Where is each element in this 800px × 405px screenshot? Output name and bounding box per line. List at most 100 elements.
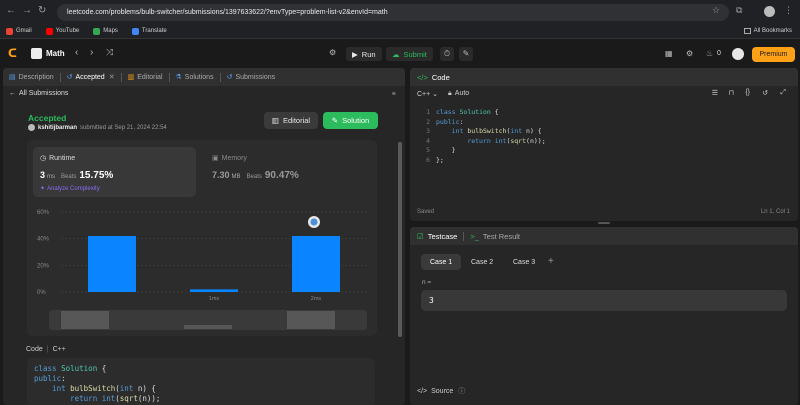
forward-arrow-icon[interactable]: →	[22, 5, 32, 16]
input-n-field[interactable]: 3	[421, 290, 787, 311]
user-avatar[interactable]	[732, 48, 744, 60]
bookmark-youtube[interactable]: YouTube	[45, 27, 79, 35]
editorial-button[interactable]: ▥ Editorial	[264, 112, 318, 129]
back-arrow-icon[interactable]: ←	[6, 5, 16, 16]
folder-icon	[743, 28, 751, 34]
debug-icon[interactable]: ⚙	[329, 48, 336, 57]
timer-icon[interactable]: ⏱	[440, 47, 454, 61]
case-2-button[interactable]: Case 2	[462, 254, 502, 270]
case-3-button[interactable]: Case 3	[504, 254, 544, 270]
layout-icon[interactable]: ▦	[665, 49, 673, 58]
description-icon: ▤	[9, 74, 16, 81]
extensions-icon[interactable]: ⧉	[736, 5, 742, 16]
streak-fire-icon[interactable]: ♨	[706, 49, 713, 58]
tab-testcase[interactable]: ☑ Testcase	[417, 232, 457, 241]
book-icon: ▥	[271, 116, 279, 125]
y-tick-label: 40%	[37, 237, 50, 243]
close-tab-icon[interactable]: ✕	[109, 73, 115, 81]
submit-button[interactable]: ☁ Submit	[386, 47, 433, 61]
saved-status: Saved	[417, 209, 435, 215]
user-avatar-small	[28, 124, 35, 131]
memory-value: 7.30 MB Beats 90.47%	[212, 170, 299, 181]
add-case-icon[interactable]: +	[548, 256, 554, 267]
memory-beats: 90.47%	[264, 170, 299, 181]
profile-avatar[interactable]	[764, 6, 775, 17]
bookmark-gmail[interactable]: Gmail	[6, 27, 32, 35]
settings-gear-icon[interactable]: ⚙	[686, 49, 693, 58]
play-icon: ▶	[352, 49, 358, 59]
tab-solutions[interactable]: ⚗ Solutions	[170, 68, 220, 86]
all-submissions-link[interactable]: ← All Submissions	[9, 90, 68, 97]
memory-title[interactable]: ▣ Memory	[212, 154, 247, 162]
bookmark-translate[interactable]: Translate	[131, 27, 167, 35]
problem-list-title[interactable]: Math	[46, 49, 65, 58]
prev-problem-icon[interactable]: ‹	[75, 47, 78, 58]
editorial-icon: ▥	[127, 74, 135, 81]
analyze-complexity-link[interactable]: ✦ Analyze Complexity	[40, 185, 100, 192]
chart-bars	[88, 236, 340, 292]
slider-bar-1	[184, 325, 232, 329]
editor-line-2: public:	[436, 117, 464, 126]
left-tab-bar: ▤ Description ↺ Accepted ✕ ▥ Editorial ⚗ Solu…	[3, 68, 405, 86]
y-tick-label: 20%	[37, 263, 50, 269]
runtime-beats: 15.75%	[79, 170, 114, 181]
line-number: 5	[426, 146, 430, 154]
code-language-label: Code | C++	[26, 346, 66, 353]
notes-icon[interactable]: ✎	[459, 47, 473, 61]
youtube-icon	[45, 27, 53, 35]
run-button[interactable]: ▶ Run	[346, 47, 382, 61]
shuffle-icon[interactable]: ⤨	[106, 47, 113, 58]
menu-dots-icon[interactable]: ⋮	[784, 5, 793, 16]
submission-code: class Solution { public: int bulbSwitch(…	[27, 358, 375, 405]
link-icon[interactable]: ⚭	[391, 90, 397, 98]
editor-toolbar: C++ ⌄ 🔒︎ Auto ☰ ⊓ {} ↺ ⤢	[410, 86, 798, 101]
memory-chip-icon: ▣	[212, 155, 219, 162]
tab-description[interactable]: ▤ Description	[3, 68, 60, 86]
format-icon[interactable]: ☰	[712, 89, 718, 97]
line-number: 3	[426, 127, 430, 135]
reset-icon[interactable]: ↺	[762, 89, 768, 97]
auto-mode[interactable]: Auto	[455, 90, 469, 97]
chart-bar-2ms[interactable]	[292, 236, 340, 292]
address-bar[interactable]: leetcode.com/problems/bulb-switcher/subm…	[57, 4, 729, 21]
resize-handle[interactable]	[598, 222, 610, 224]
leetcode-logo-icon[interactable]: ᑕ	[8, 47, 17, 60]
user-marker-inner	[310, 218, 318, 226]
runtime-box[interactable]: ◷ Runtime 3 ms Beats 15.75% ✦ Analyze Complex…	[33, 147, 196, 197]
sparkle-icon: ✦	[40, 186, 46, 192]
tab-test-result[interactable]: >_ Test Result	[470, 232, 520, 241]
language-select[interactable]: C++ ⌄	[417, 90, 438, 98]
source-link[interactable]: </> Source ⓘ	[417, 386, 465, 396]
code-editor-panel: </> Code C++ ⌄ 🔒︎ Auto ☰ ⊓ {} ↺ ⤢ 1 class…	[410, 68, 798, 221]
premium-button[interactable]: Premium	[752, 47, 795, 62]
terminal-icon: >_	[470, 231, 479, 241]
address-text: leetcode.com/problems/bulb-switcher/subm…	[67, 9, 388, 16]
bookmark-maps[interactable]: Maps	[93, 27, 118, 35]
solution-button[interactable]: ✎ Solution	[323, 112, 378, 129]
input-label-n: n =	[422, 279, 432, 286]
case-1-button[interactable]: Case 1	[421, 254, 462, 270]
chart-bar-0ms[interactable]	[88, 236, 136, 292]
braces-icon[interactable]: {}	[745, 89, 750, 96]
bookmark-icon[interactable]: ⊓	[729, 89, 734, 97]
all-bookmarks[interactable]: All Bookmarks	[743, 28, 792, 34]
editor-line-1: class Solution {	[436, 108, 499, 116]
left-scrollbar[interactable]	[398, 142, 402, 337]
line-number: 1	[426, 108, 430, 116]
tab-submissions[interactable]: ↺ Submissions	[221, 68, 282, 86]
tab-editorial[interactable]: ▥ Editorial	[122, 68, 169, 86]
editor-line-5: }	[436, 146, 456, 154]
streak-count: 0	[717, 50, 721, 57]
checkbox-icon: ☑	[417, 231, 424, 241]
username[interactable]: kshitijbarman	[38, 125, 77, 131]
bookmark-star-icon[interactable]: ☆	[712, 5, 720, 16]
maps-icon	[93, 27, 101, 35]
tab-accepted[interactable]: ↺ Accepted ✕	[61, 68, 121, 86]
reload-icon[interactable]: ↻	[38, 5, 46, 16]
next-problem-icon[interactable]: ›	[90, 47, 93, 58]
help-icon[interactable]: ⓘ	[458, 388, 465, 395]
chart-bar-1ms[interactable]	[190, 289, 238, 292]
editor-code-area[interactable]: 1 class Solution { 2 public: 3 int bulbSwi…	[410, 106, 798, 196]
testcase-header: ☑ Testcase >_ Test Result	[410, 227, 798, 245]
fullscreen-icon[interactable]: ⤢	[780, 89, 786, 97]
